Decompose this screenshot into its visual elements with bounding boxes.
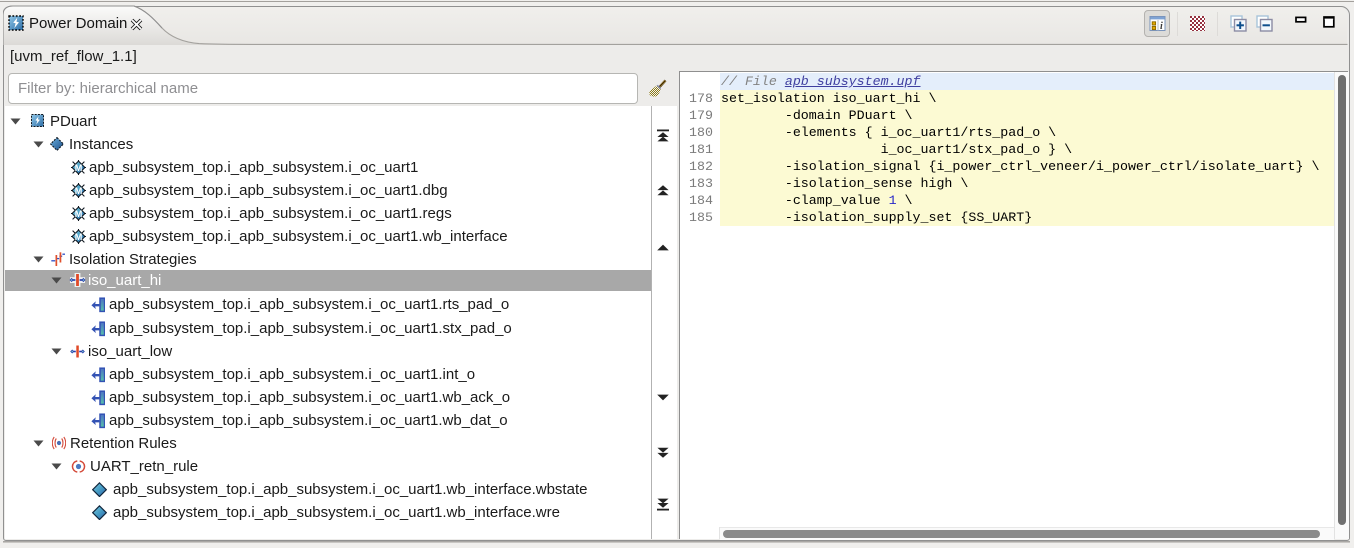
svg-text:i: i [1160,21,1163,32]
